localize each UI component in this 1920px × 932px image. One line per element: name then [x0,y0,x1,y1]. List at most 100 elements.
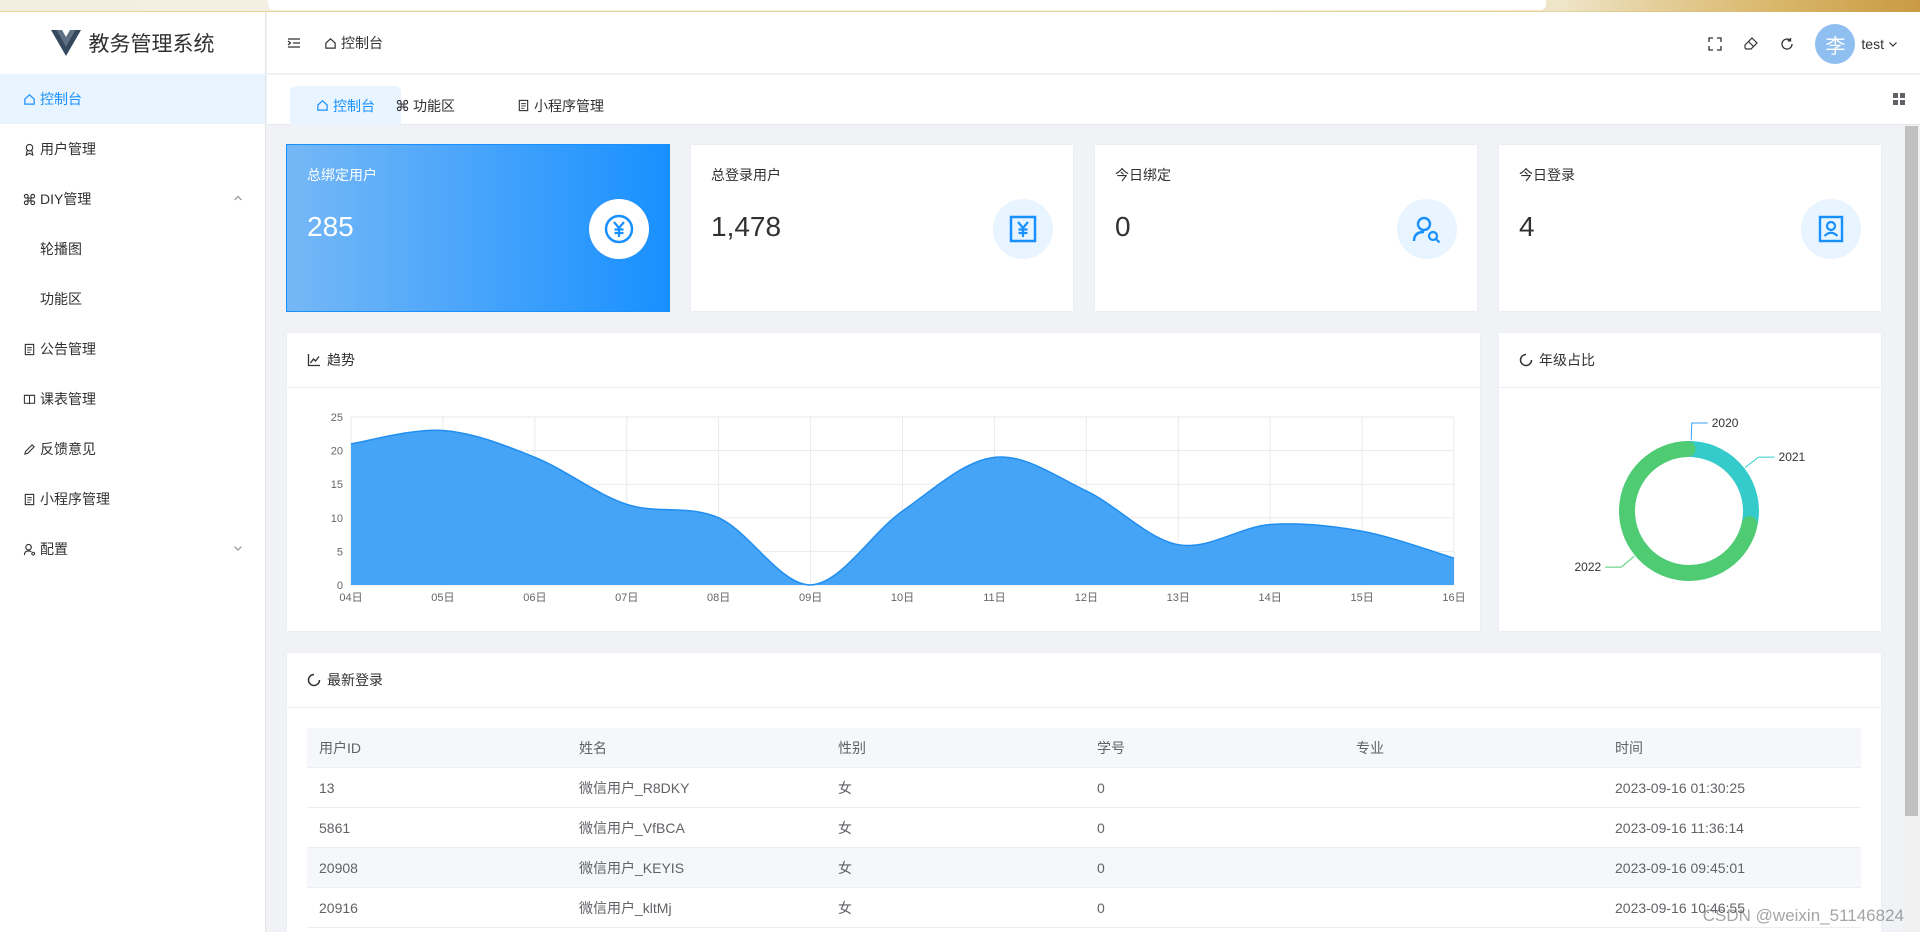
address-bar[interactable] [268,0,1546,10]
x-tick-label: 12日 [1075,592,1098,604]
column-header[interactable]: 姓名 [567,738,826,758]
user-badge-icon [22,142,36,156]
app-logo[interactable]: 教务管理系统 [0,12,265,74]
cell-time: 2023-09-16 01:30:25 [1615,779,1745,796]
latest-login-card: 最新登录 用户ID 姓名 性别 学号 专业 时间 13 微信用户_R8DKY 女… [286,652,1882,932]
stat-value: 4 [1519,211,1535,242]
grade-card: 年级占比 2020 2021 2022 [1498,332,1882,632]
column-header[interactable]: 用户ID [307,738,567,758]
stat-label: 今日绑定 [1115,167,1171,183]
sidebar-item-config[interactable]: 配置 [0,524,265,574]
stat-card-today-bound[interactable]: 今日绑定 0 [1094,144,1478,312]
fullscreen-icon[interactable] [1707,36,1723,52]
vue-logo-icon [50,30,81,56]
card-title: 趋势 [327,352,355,368]
x-tick-label: 06日 [523,592,546,604]
table-row[interactable]: 20908 微信用户_KEYIS 女 0 2023-09-16 09:45:01 [307,848,1861,888]
loading-circle-icon [307,673,321,687]
sidebar-item-label: 轮播图 [40,241,82,257]
sidebar-item-users[interactable]: 用户管理 [0,124,265,174]
book-icon [22,392,36,406]
y-tick-label: 0 [337,580,343,592]
stat-label: 总绑定用户 [307,167,377,183]
main-content: 总绑定用户 285 总登录用户 1,478 今日绑定 0 今日登录 4 趋势 0… [267,126,1903,932]
x-tick-label: 10日 [891,592,914,604]
clear-cache-icon[interactable] [1743,36,1759,52]
column-header[interactable]: 学号 [1085,738,1344,758]
sidebar-item-feature-area[interactable]: 功能区 [0,274,265,324]
sidebar-item-label: 课表管理 [40,391,96,407]
column-header[interactable]: 专业 [1344,738,1603,758]
sidebar-item-timetable[interactable]: 课表管理 [0,374,265,424]
avatar[interactable]: 李 [1815,24,1856,64]
table-row[interactable]: 20916 微信用户_kltMj 女 0 2023-09-16 10:46:55 [307,888,1861,928]
x-tick-label: 16日 [1442,592,1465,604]
sidebar-item-label: 公告管理 [40,341,96,357]
cell-gender: 女 [838,899,852,916]
home-icon [317,100,328,111]
card-title: 最新登录 [327,672,383,688]
app-title: 教务管理系统 [88,33,215,56]
cell-name: 微信用户_R8DKY [579,779,690,796]
card-header: 年级占比 [1499,333,1881,388]
user-settings-icon [22,542,36,556]
user-card-icon [1801,199,1861,259]
y-tick-label: 25 [331,412,343,424]
header-actions: 李 test [1707,24,1920,64]
sidebar-item-carousel[interactable]: 轮播图 [0,224,265,274]
stat-card-total-login[interactable]: 总登录用户 1,478 [690,144,1074,312]
stat-card-today-login[interactable]: 今日登录 4 [1498,144,1882,312]
sidebar-item-label: 用户管理 [40,141,96,157]
scrollbar-thumb[interactable] [1905,126,1918,816]
grade-donut-chart: 2020 2021 2022 [1574,416,1806,581]
username[interactable]: test [1861,36,1884,52]
page-scrollbar[interactable] [1903,126,1920,932]
donut-leader-line [1744,456,1775,468]
card-header: 趋势 [287,333,1480,388]
loading-circle-icon [1519,353,1533,367]
cell-name: 微信用户_KEYIS [579,859,685,876]
column-header[interactable]: 性别 [826,738,1085,758]
tab-label: 功能区 [413,97,455,114]
column-header[interactable]: 时间 [1603,738,1861,758]
donut-label: 2020 [1712,416,1739,430]
cell-student-no: 0 [1097,859,1105,876]
breadcrumb[interactable]: 控制台 [324,33,383,53]
card-header: 最新登录 [287,653,1881,708]
top-header: 控制台 李 test [267,12,1920,74]
x-tick-label: 05日 [431,592,454,604]
cell-user-id: 20908 [319,859,358,876]
collapse-menu-icon[interactable] [287,36,301,50]
stat-value: 0 [1115,211,1131,242]
tab-feature-area[interactable]: 功能区 [384,86,467,125]
tab-label: 小程序管理 [534,97,604,114]
command-icon [396,99,409,112]
cell-time: 2023-09-16 09:45:01 [1615,859,1745,876]
yen-circle-icon [589,199,649,259]
donut-label: 2022 [1574,560,1601,574]
sidebar-item-feedback[interactable]: 反馈意见 [0,424,265,474]
stat-card-total-bound[interactable]: 总绑定用户 285 [286,144,670,312]
sidebar-item-diy[interactable]: DIY管理 [0,174,265,224]
sidebar-item-label: DIY管理 [40,191,92,207]
table-row[interactable]: 13 微信用户_R8DKY 女 0 2023-09-16 01:30:25 [307,768,1861,808]
refresh-icon[interactable] [1779,36,1795,52]
sidebar-item-dashboard[interactable]: 控制台 [0,74,265,124]
sidebar-item-announcements[interactable]: 公告管理 [0,324,265,374]
card-title: 年级占比 [1539,352,1595,368]
cell-name: 微信用户_VfBCA [579,819,685,836]
chevron-down-icon[interactable] [1888,39,1898,49]
donut-slice [1686,441,1759,530]
stat-label: 总登录用户 [711,167,781,183]
donut-leader-line [1605,555,1635,568]
tab-miniprogram[interactable]: 小程序管理 [505,86,616,125]
x-tick-label: 11日 [983,592,1005,604]
donut-label: 2021 [1779,450,1806,464]
chevron-down-icon [234,546,242,551]
cell-user-id: 13 [319,779,335,796]
sidebar-item-miniprogram[interactable]: 小程序管理 [0,474,265,524]
table-row[interactable]: 5861 微信用户_VfBCA 女 0 2023-09-16 11:36:14 [307,808,1861,848]
tabs-bar: 控制台 功能区 小程序管理 [267,75,1920,125]
grid-menu-icon[interactable] [1892,92,1906,106]
cell-gender: 女 [838,859,852,876]
